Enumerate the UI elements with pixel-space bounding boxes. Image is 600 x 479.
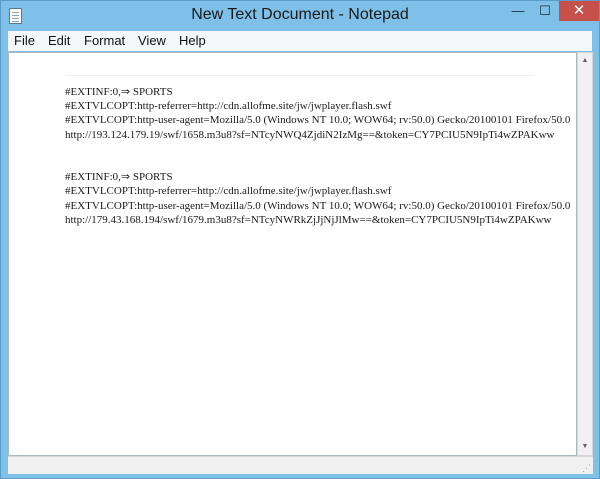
menu-format[interactable]: Format <box>84 33 125 49</box>
maximize-button[interactable]: ☐ <box>532 1 558 21</box>
menu-view[interactable]: View <box>138 33 166 49</box>
status-bar: ⋰ <box>8 456 593 474</box>
minimize-button[interactable]: — <box>505 1 531 21</box>
vertical-scrollbar[interactable]: ▲ ▼ <box>577 52 593 456</box>
menu-file[interactable]: File <box>14 33 35 49</box>
document-text[interactable]: #EXTINF:0,⇒ SPORTS #EXTVLCOPT:http-refer… <box>65 85 575 227</box>
title-bar[interactable]: New Text Document - Notepad — ☐ ✕ <box>1 1 599 31</box>
close-button[interactable]: ✕ <box>559 1 599 21</box>
menu-edit[interactable]: Edit <box>48 33 70 49</box>
menu-help[interactable]: Help <box>179 33 206 49</box>
notepad-window: New Text Document - Notepad — ☐ ✕ File E… <box>0 0 600 479</box>
scroll-up-arrow-icon[interactable]: ▲ <box>578 53 592 69</box>
text-editor-area[interactable]: #EXTINF:0,⇒ SPORTS #EXTVLCOPT:http-refer… <box>8 52 577 456</box>
resize-grip-icon[interactable]: ⋰ <box>582 463 591 473</box>
scroll-down-arrow-icon[interactable]: ▼ <box>578 439 592 455</box>
divider <box>65 75 535 76</box>
menu-bar: File Edit Format View Help <box>8 31 592 51</box>
